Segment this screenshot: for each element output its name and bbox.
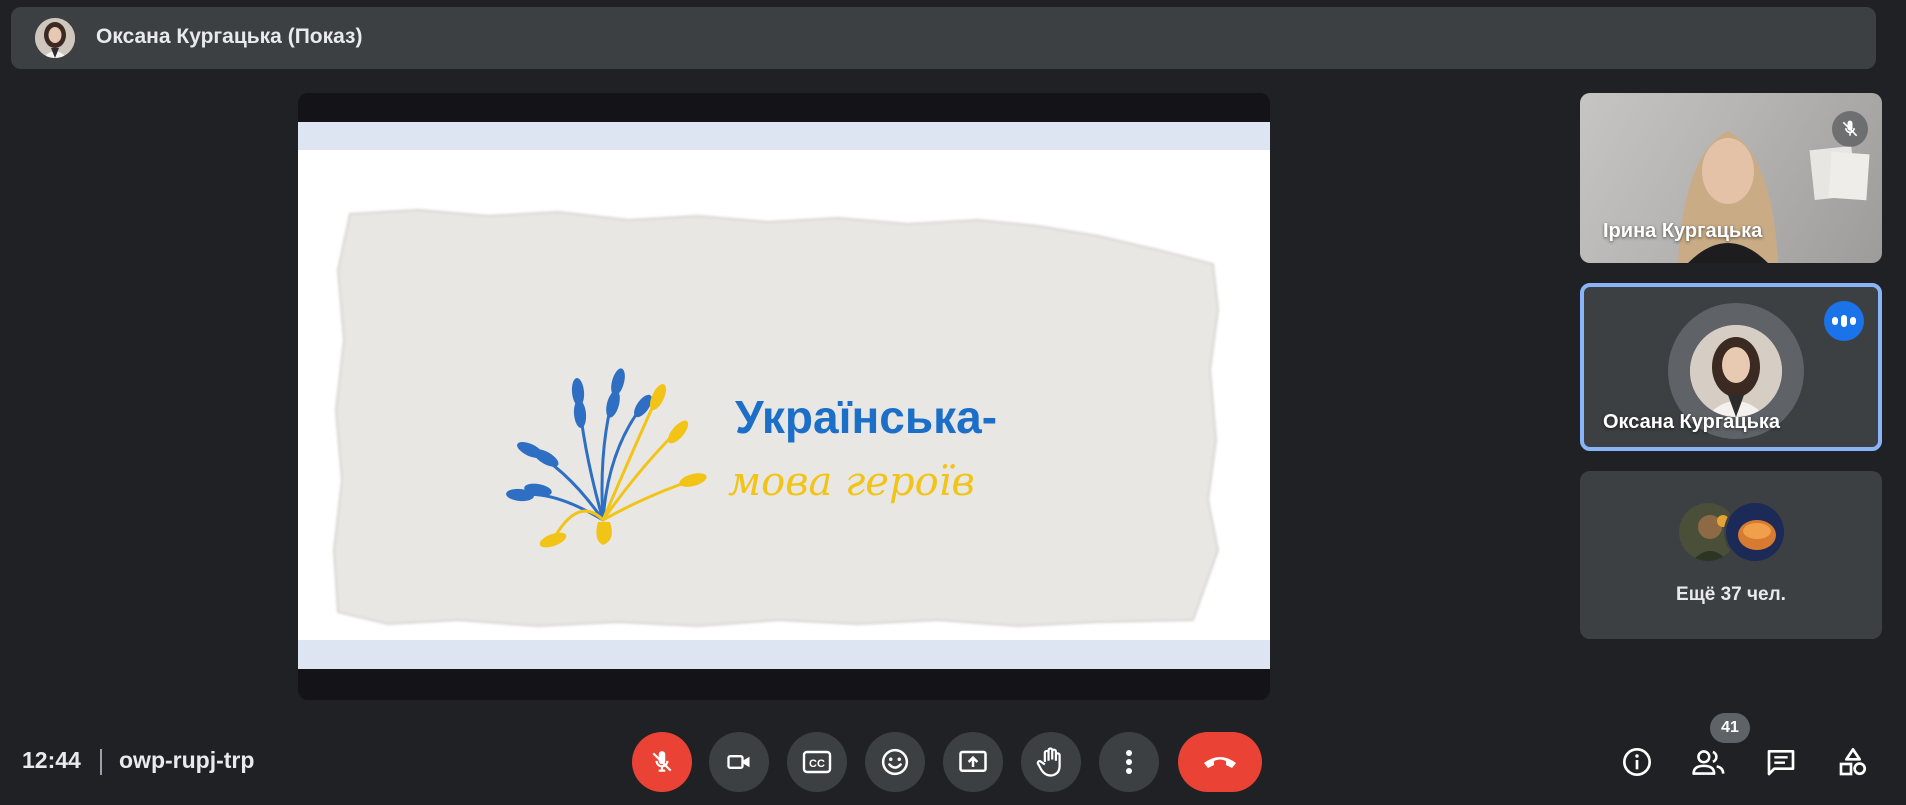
more-participants-tile[interactable]: Ещё 37 чел. (1580, 471, 1882, 639)
slide-title-line2: мова героїв (728, 459, 975, 505)
mic-off-icon (1842, 120, 1858, 137)
more-vert-icon (1126, 750, 1132, 774)
presenter-name: Оксана Кургацька (Показ) (96, 25, 363, 48)
present-screen-icon (959, 750, 987, 772)
activities-button[interactable] (1832, 741, 1874, 783)
mic-toggle-button[interactable] (632, 732, 692, 792)
meeting-details-button[interactable] (1616, 741, 1658, 783)
shapes-icon (1839, 748, 1867, 776)
people-button[interactable] (1688, 741, 1730, 783)
more-participants-label: Ещё 37 чел. (1676, 584, 1786, 605)
presentation-stage[interactable]: Українська- мова героїв (298, 93, 1270, 700)
participant-count-badge: 41 (1710, 713, 1750, 743)
participant-avatar (1724, 501, 1786, 563)
hand-icon (1036, 747, 1061, 777)
people-icon (1692, 750, 1725, 775)
slide-title-line1: Українська- (735, 391, 997, 443)
presenter-avatar (35, 18, 75, 58)
participant-name: Оксана Кургацька (1603, 411, 1781, 433)
chat-button[interactable] (1760, 741, 1802, 783)
slide-content: Українська- мова героїв (298, 150, 1270, 640)
presenter-bar: Оксана Кургацька (Показ) (11, 7, 1876, 69)
more-options-button[interactable] (1099, 732, 1159, 792)
reactions-button[interactable] (865, 732, 925, 792)
clock: 12:44 (22, 747, 81, 773)
raise-hand-button[interactable] (1021, 732, 1081, 792)
info-icon (1623, 748, 1651, 776)
slide: Українська- мова героїв (298, 122, 1270, 669)
mic-off-icon (652, 751, 672, 772)
avatar (1690, 325, 1782, 417)
svg-text:CC: CC (809, 758, 825, 770)
closed-captions-icon: CC (802, 750, 832, 774)
emoji-icon (881, 748, 909, 776)
captions-button[interactable]: CC (787, 732, 847, 792)
camera-toggle-button[interactable] (709, 732, 769, 792)
participant-tile-oksana[interactable]: Оксана Кургацька (1580, 283, 1882, 451)
leave-call-button[interactable] (1178, 732, 1262, 792)
slide-artwork: Українська- мова героїв (332, 208, 1220, 628)
meeting-code[interactable]: owp-rupj-trp (119, 747, 254, 774)
participant-tile-irina[interactable]: Ірина Кургацька (1580, 93, 1882, 263)
video-camera-icon (727, 755, 750, 769)
present-now-button[interactable] (943, 732, 1003, 792)
phone-hangup-icon (1204, 757, 1236, 768)
mic-off-indicator (1832, 111, 1868, 147)
divider (100, 749, 102, 775)
participant-name: Ірина Кургацька (1603, 220, 1763, 242)
speaking-indicator (1824, 301, 1864, 341)
chat-icon (1767, 750, 1795, 776)
